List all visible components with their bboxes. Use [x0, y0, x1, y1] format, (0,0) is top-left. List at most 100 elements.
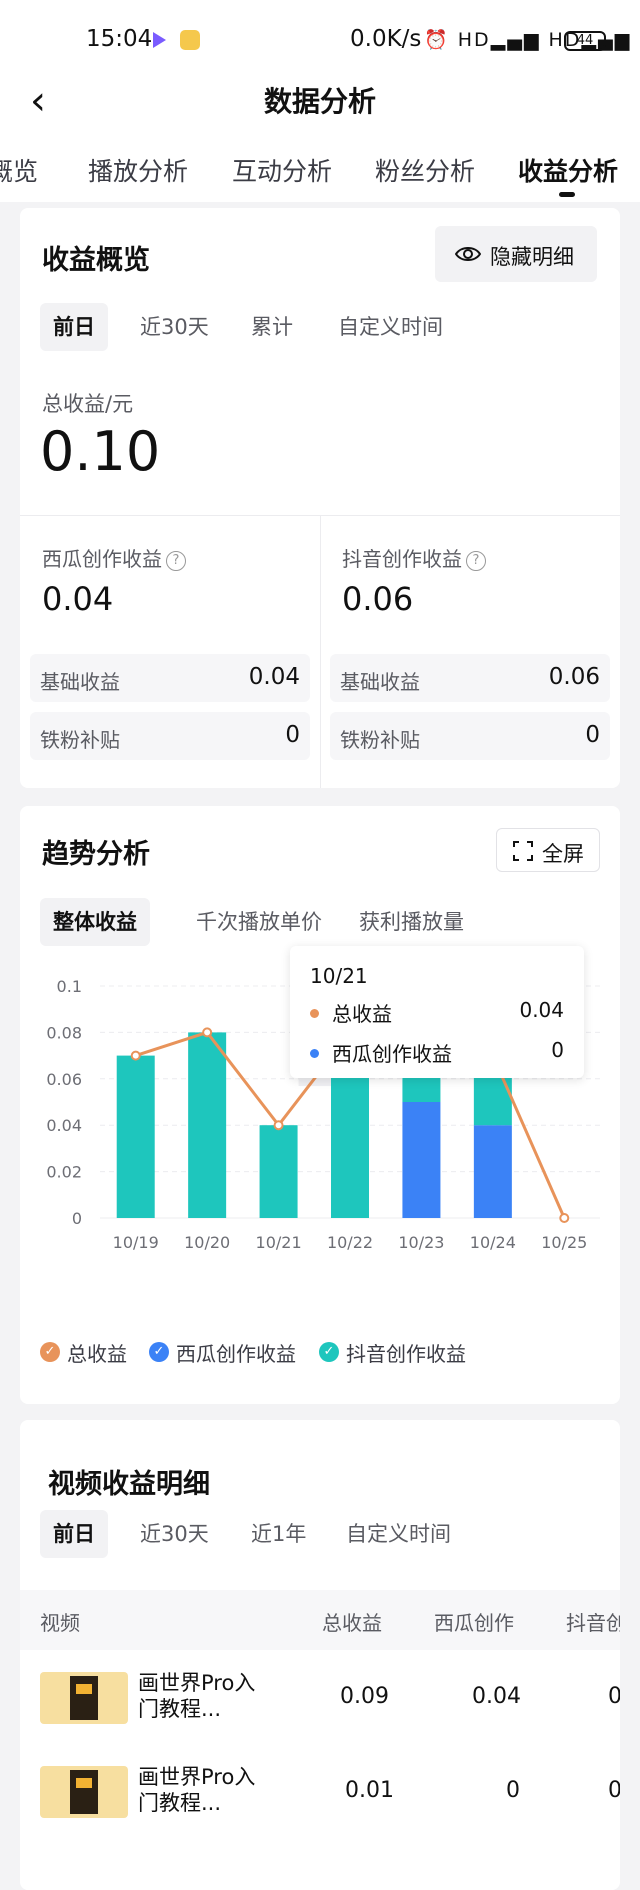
period-custom[interactable]: 自定义时间	[325, 303, 456, 351]
legend-douyin[interactable]: 抖音创作收益	[346, 1338, 466, 1367]
eye-icon	[455, 247, 481, 261]
tab-fans[interactable]: 粉丝分析	[375, 152, 475, 188]
point-total	[130, 1050, 141, 1061]
divider	[320, 515, 321, 788]
column-total[interactable]: 总收益	[322, 1607, 382, 1636]
trend-analysis-card: 趋势分析 全屏 整体收益 千次播放单价 获利播放量 0.1 0.08 0.06 0.0…	[20, 806, 620, 1404]
row-total: 0.01	[345, 1778, 394, 1803]
row-xigua: 0.04	[472, 1684, 521, 1709]
blue-dot-icon	[310, 1049, 319, 1058]
video-revenue-detail-card: 视频收益明细 前日 近30天 近1年 自定义时间 视频 总收益 西瓜创作 抖音创…	[20, 1420, 620, 1890]
video-title: 画世界Pro入门教程...	[138, 1671, 256, 1721]
x-tick-label: 10/22	[327, 1233, 373, 1252]
x-tick-label: 10/21	[256, 1233, 302, 1252]
douyin-revenue-value: 0.06	[342, 580, 414, 618]
row-douyin: 0	[608, 1684, 620, 1709]
overview-title: 收益概览	[42, 245, 150, 276]
legend-check-icon[interactable]: ✓	[40, 1342, 60, 1362]
detail-period-30days[interactable]: 近30天	[127, 1510, 222, 1558]
active-tab-indicator	[559, 192, 575, 197]
xigua-fan-row: 铁粉补贴 0	[30, 712, 310, 760]
point-total	[202, 1027, 213, 1038]
bar-xigua	[402, 1102, 441, 1218]
tooltip-date: 10/21	[310, 964, 368, 988]
fullscreen-label: 全屏	[542, 842, 584, 866]
column-xigua[interactable]: 西瓜创作	[434, 1607, 514, 1636]
tab-revenue[interactable]: 收益分析	[518, 152, 618, 188]
tooltip-label: 西瓜创作收益	[332, 1042, 452, 1066]
video-app-icon	[153, 32, 166, 48]
bar-douyin	[116, 1055, 155, 1218]
orange-dot-icon	[310, 1009, 319, 1018]
y-tick-label: 0.08	[46, 1023, 82, 1042]
x-tick-label: 10/24	[470, 1233, 516, 1252]
table-header: 视频 总收益 西瓜创作 抖音创	[20, 1590, 620, 1650]
hide-details-label: 隐藏明细	[490, 245, 574, 269]
detail-period-yesterday[interactable]: 前日	[40, 1510, 108, 1558]
xigua-base-row: 基础收益 0.04	[30, 654, 310, 702]
y-tick-label: 0.04	[46, 1116, 82, 1135]
y-tick-label: 0	[72, 1209, 82, 1228]
period-cumulative[interactable]: 累计	[238, 303, 306, 351]
y-tick-label: 0.02	[46, 1163, 82, 1182]
y-tick-label: 0.1	[57, 977, 82, 996]
video-thumbnail	[40, 1672, 128, 1724]
legend-check-icon[interactable]: ✓	[149, 1342, 169, 1362]
tooltip-label: 总收益	[332, 1002, 392, 1026]
fullscreen-button[interactable]: 全屏	[496, 828, 600, 872]
detail-period-1year[interactable]: 近1年	[238, 1510, 319, 1558]
help-icon[interactable]: ?	[466, 551, 486, 571]
help-icon[interactable]: ?	[166, 551, 186, 571]
trend-title: 趋势分析	[42, 839, 150, 870]
tooltip-value: 0.04	[519, 998, 564, 1022]
point-total	[273, 1120, 284, 1131]
total-revenue-value: 0.10	[40, 420, 161, 483]
nav-bar: ‹ 数据分析	[0, 60, 640, 140]
chart-tooltip: 10/21 总收益 0.04 西瓜创作收益 0	[290, 946, 584, 1078]
video-title: 画世界Pro入门教程...	[138, 1765, 256, 1815]
fullscreen-icon	[513, 841, 533, 861]
subtab-overall[interactable]: 整体收益	[40, 898, 150, 946]
y-tick-label: 0.06	[46, 1070, 82, 1089]
tooltip-value: 0	[551, 1038, 564, 1062]
tab-play[interactable]: 播放分析	[88, 152, 188, 188]
page-title: 数据分析	[263, 85, 376, 118]
row-xigua: 0	[506, 1778, 520, 1803]
row-douyin: 0	[608, 1778, 620, 1803]
tab-interaction[interactable]: 互动分析	[232, 152, 332, 188]
video-thumbnail	[40, 1766, 128, 1818]
status-time: 15:04	[86, 26, 153, 52]
douyin-revenue-label: 抖音创作收益?	[342, 543, 486, 572]
legend-check-icon[interactable]: ✓	[319, 1342, 339, 1362]
analysis-tabs: 概览 播放分析 互动分析 粉丝分析 收益分析	[0, 140, 640, 202]
legend-total[interactable]: 总收益	[67, 1338, 127, 1367]
column-video: 视频	[40, 1611, 80, 1635]
tab-overview[interactable]: 概览	[0, 152, 38, 188]
subtab-cpm[interactable]: 千次播放单价	[183, 898, 335, 946]
x-tick-label: 10/23	[398, 1233, 444, 1252]
detail-period-custom[interactable]: 自定义时间	[333, 1510, 464, 1558]
xigua-revenue-value: 0.04	[42, 580, 114, 618]
point-total	[559, 1213, 570, 1223]
total-revenue-label: 总收益/元	[42, 392, 134, 416]
hide-details-button[interactable]: 隐藏明细	[435, 226, 597, 282]
detail-title: 视频收益明细	[48, 1469, 210, 1500]
legend-xigua[interactable]: 西瓜创作收益	[176, 1338, 296, 1367]
bar-xigua	[473, 1125, 512, 1218]
bar-douyin	[259, 1125, 298, 1218]
table-row[interactable]: 画世界Pro入门教程... 0.09 0.04 0	[20, 1652, 620, 1744]
table-row[interactable]: 画世界Pro入门教程... 0.01 0 0	[20, 1746, 620, 1838]
xigua-revenue-label: 西瓜创作收益?	[42, 543, 186, 572]
douyin-base-row: 基础收益 0.06	[330, 654, 610, 702]
revenue-overview-card: 收益概览 隐藏明细 前日 近30天 累计 自定义时间 总收益/元 0.10 西瓜…	[20, 208, 620, 788]
x-tick-label: 10/19	[113, 1233, 159, 1252]
x-tick-label: 10/20	[184, 1233, 230, 1252]
column-douyin[interactable]: 抖音创	[566, 1607, 620, 1636]
douyin-fan-row: 铁粉补贴 0	[330, 712, 610, 760]
row-total: 0.09	[340, 1684, 389, 1709]
subtab-paid-plays[interactable]: 获利播放量	[346, 898, 477, 946]
notes-app-icon	[180, 30, 200, 50]
period-yesterday[interactable]: 前日	[40, 303, 108, 351]
period-30days[interactable]: 近30天	[127, 303, 222, 351]
network-speed: 0.0K/s	[350, 26, 422, 52]
